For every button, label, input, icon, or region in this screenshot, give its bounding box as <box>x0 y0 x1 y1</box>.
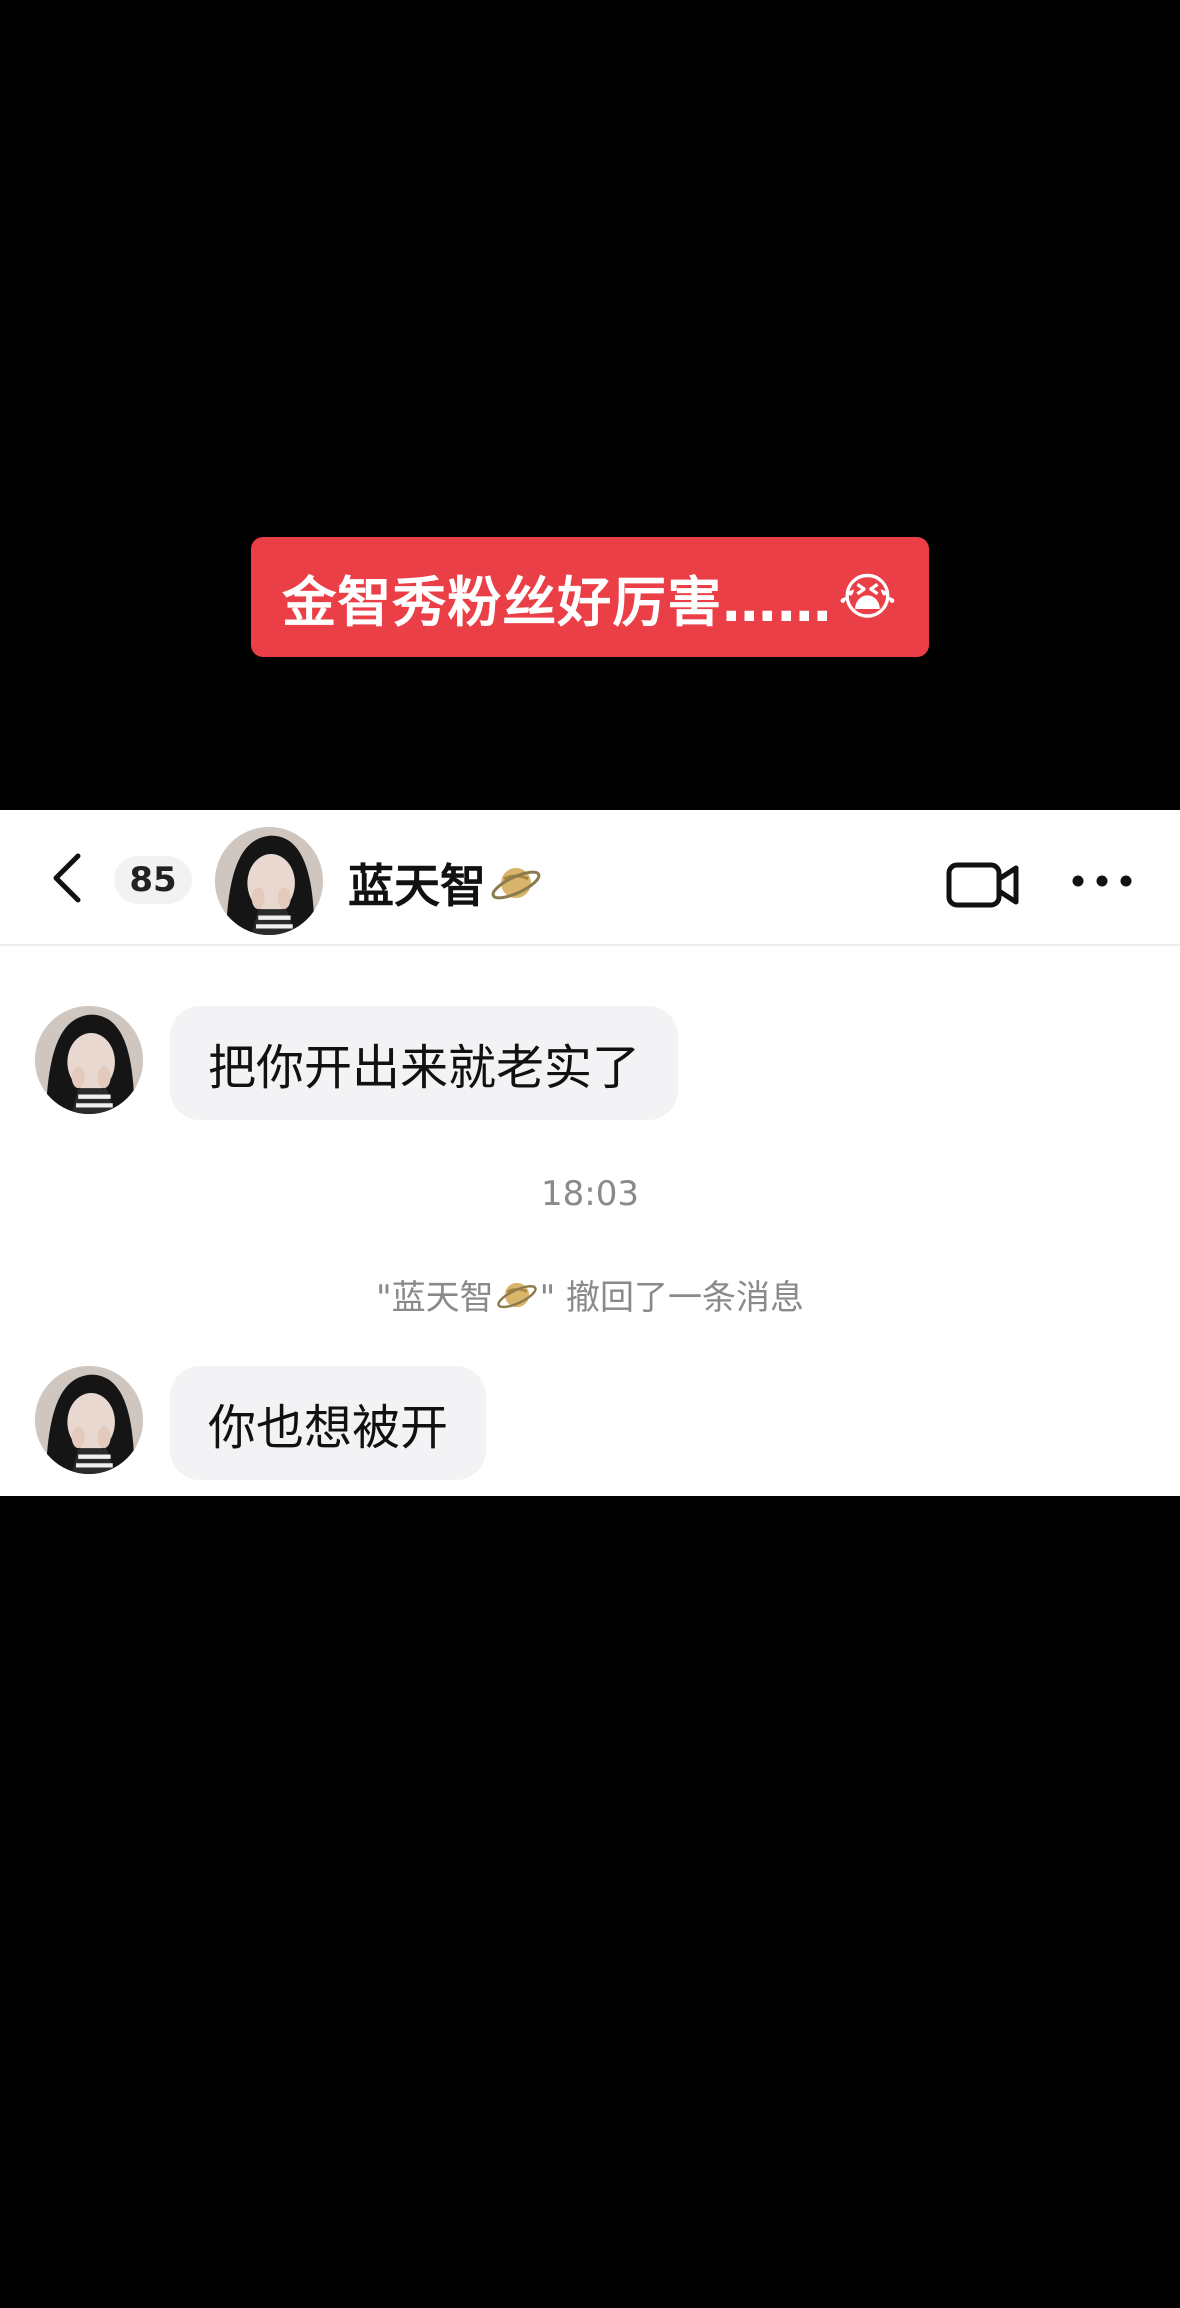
contact-name-text: 蓝天智 <box>348 859 486 913</box>
contact-avatar[interactable] <box>215 827 323 935</box>
recall-notice-name: "蓝天智 <box>375 1278 494 1318</box>
recall-notice-text: " 撤回了一条消息 <box>539 1278 805 1318</box>
sender-avatar[interactable] <box>35 1366 143 1474</box>
sender-avatar[interactable] <box>35 1006 143 1114</box>
video-caption-banner: 金智秀粉丝好厉害…… 😭 <box>251 537 929 657</box>
recall-notice: "蓝天智 " 撤回了一条消息 <box>0 1270 1180 1319</box>
more-dots-icon[interactable] <box>1070 866 1134 896</box>
crying-face-emoji: 😭 <box>838 568 898 626</box>
chevron-left-icon[interactable] <box>40 848 100 908</box>
video-camera-icon[interactable] <box>946 860 1020 910</box>
contact-name[interactable]: 蓝天智 <box>348 850 542 916</box>
caption-text: 金智秀粉丝好厉害…… <box>282 570 833 634</box>
saturn-icon <box>491 868 541 900</box>
message-timestamp: 18:03 <box>541 1174 639 1214</box>
message-bubble[interactable]: 你也想被开 <box>170 1366 487 1480</box>
chat-header: 85 蓝天智 <box>0 810 1180 946</box>
unread-count-badge[interactable]: 85 <box>114 856 192 904</box>
message-bubble[interactable]: 把你开出来就老实了 <box>170 1006 679 1120</box>
saturn-icon <box>496 1282 537 1308</box>
chat-screen: 85 蓝天智 把你开出来就老实了 18:03 "蓝天智 " 撤回了一条消息 你也… <box>0 810 1180 1496</box>
